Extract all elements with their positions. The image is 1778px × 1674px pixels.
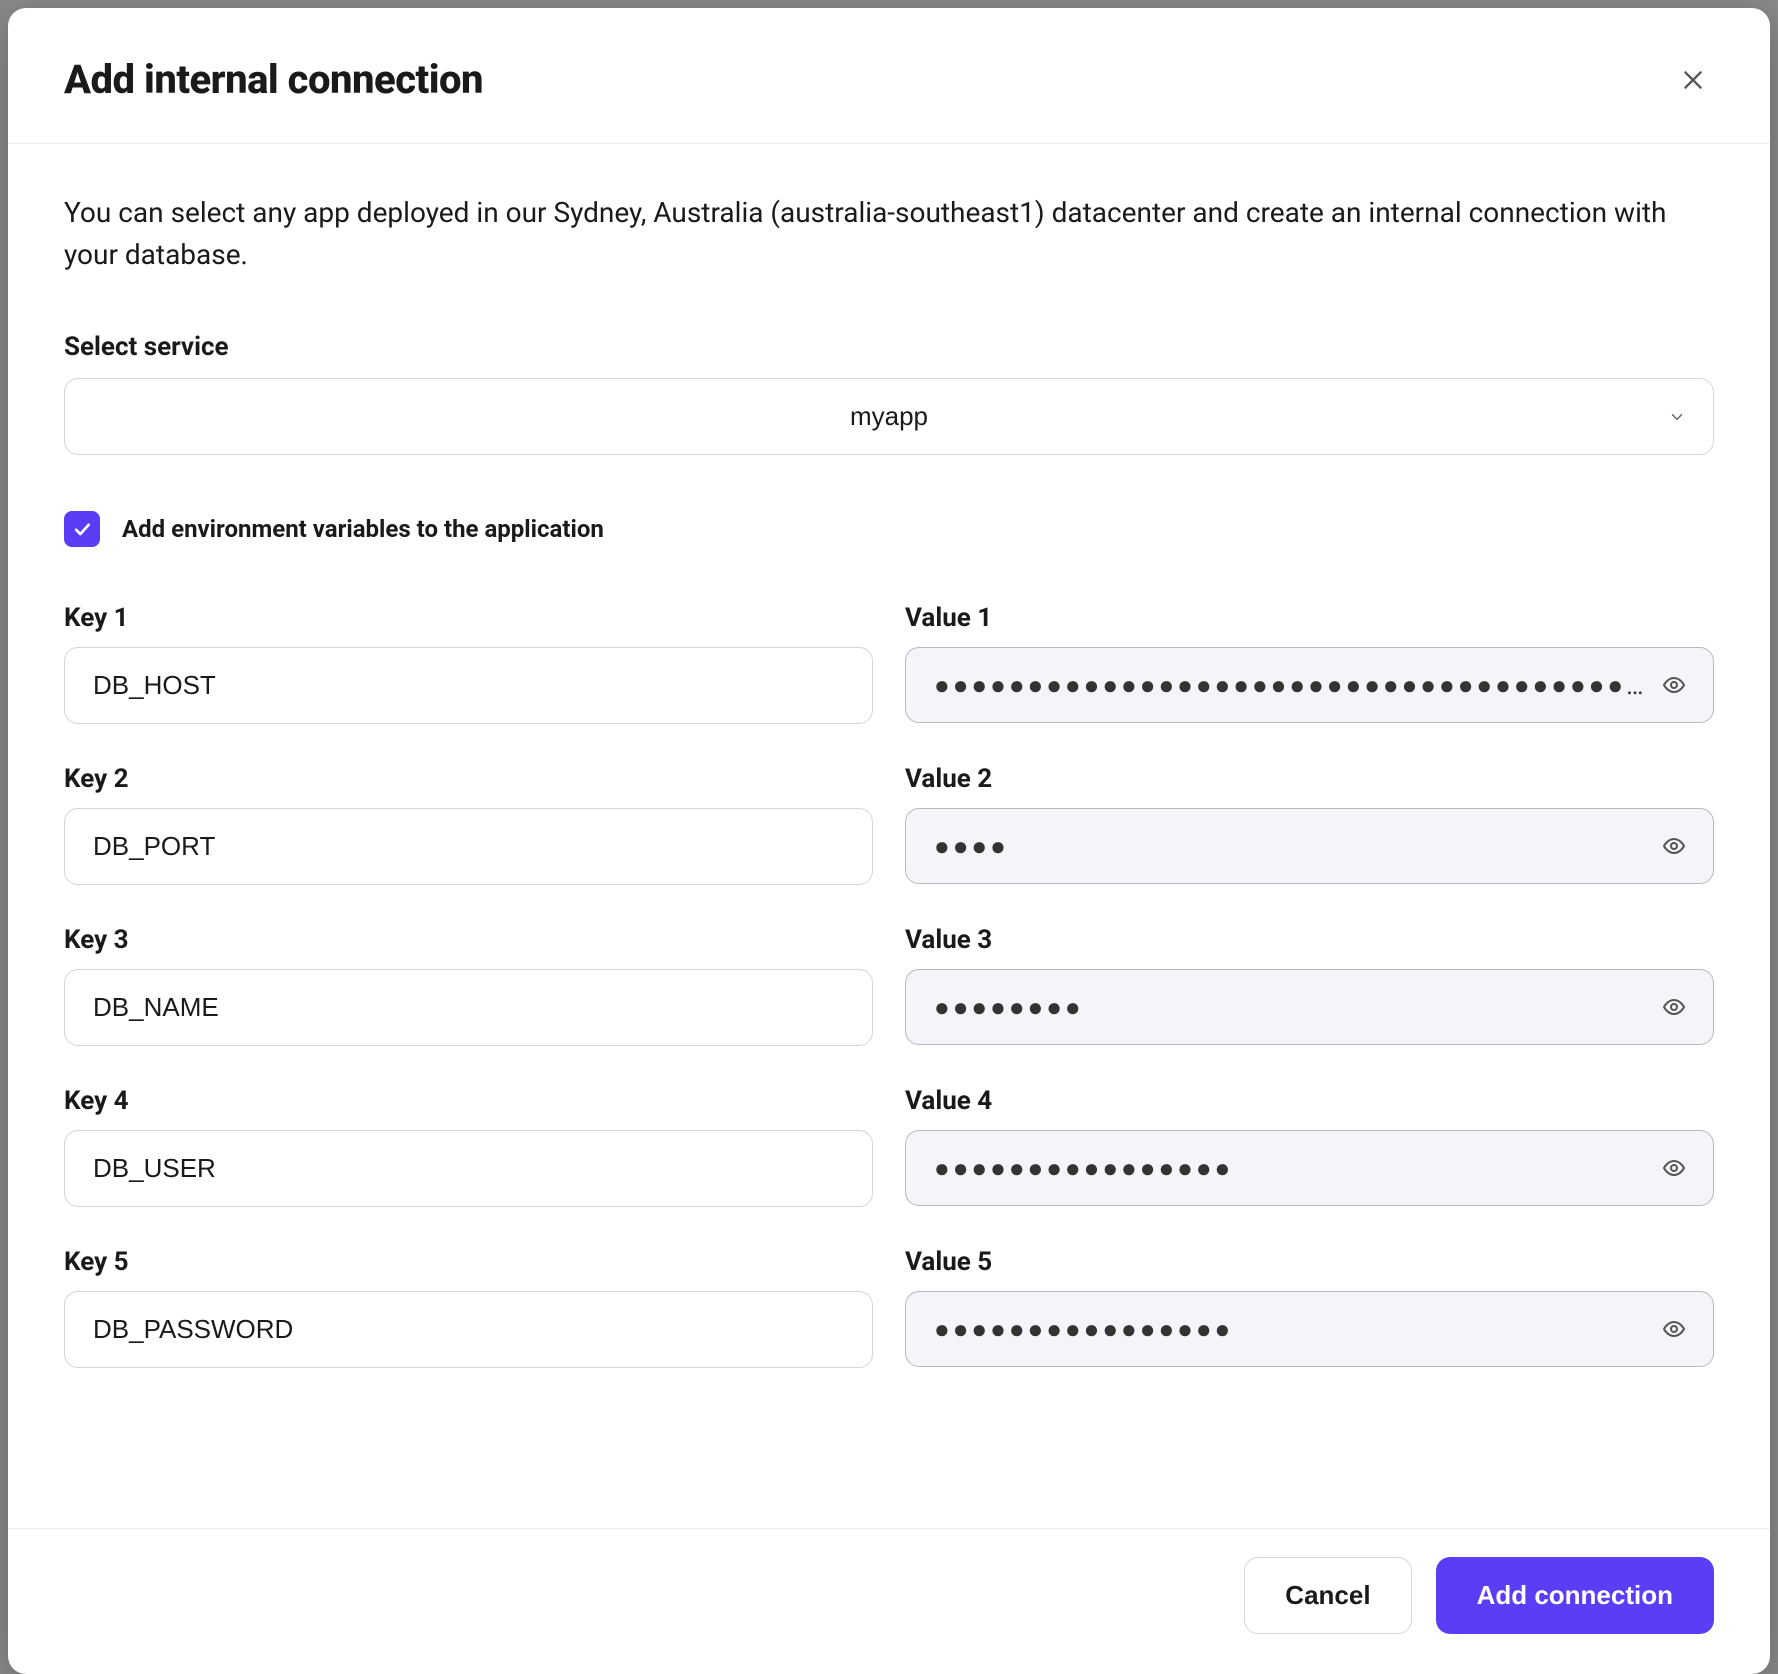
reveal-value-button[interactable] (1656, 667, 1692, 703)
add-env-vars-label: Add environment variables to the applica… (122, 515, 604, 543)
env-key-input[interactable] (64, 808, 873, 885)
env-key-label: Key 4 (64, 1086, 873, 1116)
reveal-value-button[interactable] (1656, 1311, 1692, 1347)
env-value-wrap (905, 1291, 1714, 1367)
env-key-group: Key 5 (64, 1247, 873, 1368)
env-value-input[interactable] (905, 808, 1714, 884)
env-key-label: Key 2 (64, 764, 873, 794)
env-value-wrap (905, 808, 1714, 884)
env-key-input[interactable] (64, 1291, 873, 1368)
env-key-group: Key 2 (64, 764, 873, 885)
env-key-label: Key 3 (64, 925, 873, 955)
env-key-input[interactable] (64, 969, 873, 1046)
env-value-label: Value 1 (905, 603, 1714, 633)
close-button[interactable] (1672, 59, 1714, 101)
reveal-value-button[interactable] (1656, 828, 1692, 864)
env-key-group: Key 4 (64, 1086, 873, 1207)
env-value-group: Value 1 (905, 603, 1714, 724)
env-value-wrap (905, 647, 1714, 723)
env-value-group: Value 3 (905, 925, 1714, 1046)
eye-icon (1662, 995, 1686, 1019)
add-connection-button[interactable]: Add connection (1436, 1557, 1714, 1634)
env-value-group: Value 2 (905, 764, 1714, 885)
reveal-value-button[interactable] (1656, 1150, 1692, 1186)
eye-icon (1662, 1156, 1686, 1180)
cancel-button[interactable]: Cancel (1244, 1557, 1411, 1634)
modal-body: You can select any app deployed in our S… (8, 144, 1770, 1528)
env-key-group: Key 1 (64, 603, 873, 724)
check-icon (72, 519, 92, 539)
env-value-input[interactable] (905, 647, 1714, 723)
add-env-vars-row: Add environment variables to the applica… (64, 511, 1714, 547)
env-vars-grid: Key 1 Value 1 Ke (64, 603, 1714, 1408)
modal-header: Add internal connection (8, 8, 1770, 144)
close-icon (1680, 67, 1706, 93)
env-key-group: Key 3 (64, 925, 873, 1046)
select-service-wrap: myapp (64, 378, 1714, 455)
env-value-label: Value 2 (905, 764, 1714, 794)
env-value-label: Value 3 (905, 925, 1714, 955)
select-service-value: myapp (850, 401, 928, 431)
env-value-group: Value 5 (905, 1247, 1714, 1368)
env-value-input[interactable] (905, 1130, 1714, 1206)
add-internal-connection-modal: Add internal connection You can select a… (8, 8, 1770, 1674)
env-key-input[interactable] (64, 647, 873, 724)
modal-title: Add internal connection (64, 56, 483, 103)
env-key-label: Key 5 (64, 1247, 873, 1277)
eye-icon (1662, 834, 1686, 858)
env-value-input[interactable] (905, 1291, 1714, 1367)
add-env-vars-checkbox[interactable] (64, 511, 100, 547)
eye-icon (1662, 673, 1686, 697)
env-value-input[interactable] (905, 969, 1714, 1045)
env-key-input[interactable] (64, 1130, 873, 1207)
select-service-label: Select service (64, 332, 1714, 362)
env-value-wrap (905, 969, 1714, 1045)
modal-footer: Cancel Add connection (8, 1528, 1770, 1674)
env-key-label: Key 1 (64, 603, 873, 633)
select-service-dropdown[interactable]: myapp (64, 378, 1714, 455)
eye-icon (1662, 1317, 1686, 1341)
env-value-group: Value 4 (905, 1086, 1714, 1207)
env-value-label: Value 4 (905, 1086, 1714, 1116)
reveal-value-button[interactable] (1656, 989, 1692, 1025)
modal-description: You can select any app deployed in our S… (64, 192, 1714, 276)
env-value-wrap (905, 1130, 1714, 1206)
env-value-label: Value 5 (905, 1247, 1714, 1277)
